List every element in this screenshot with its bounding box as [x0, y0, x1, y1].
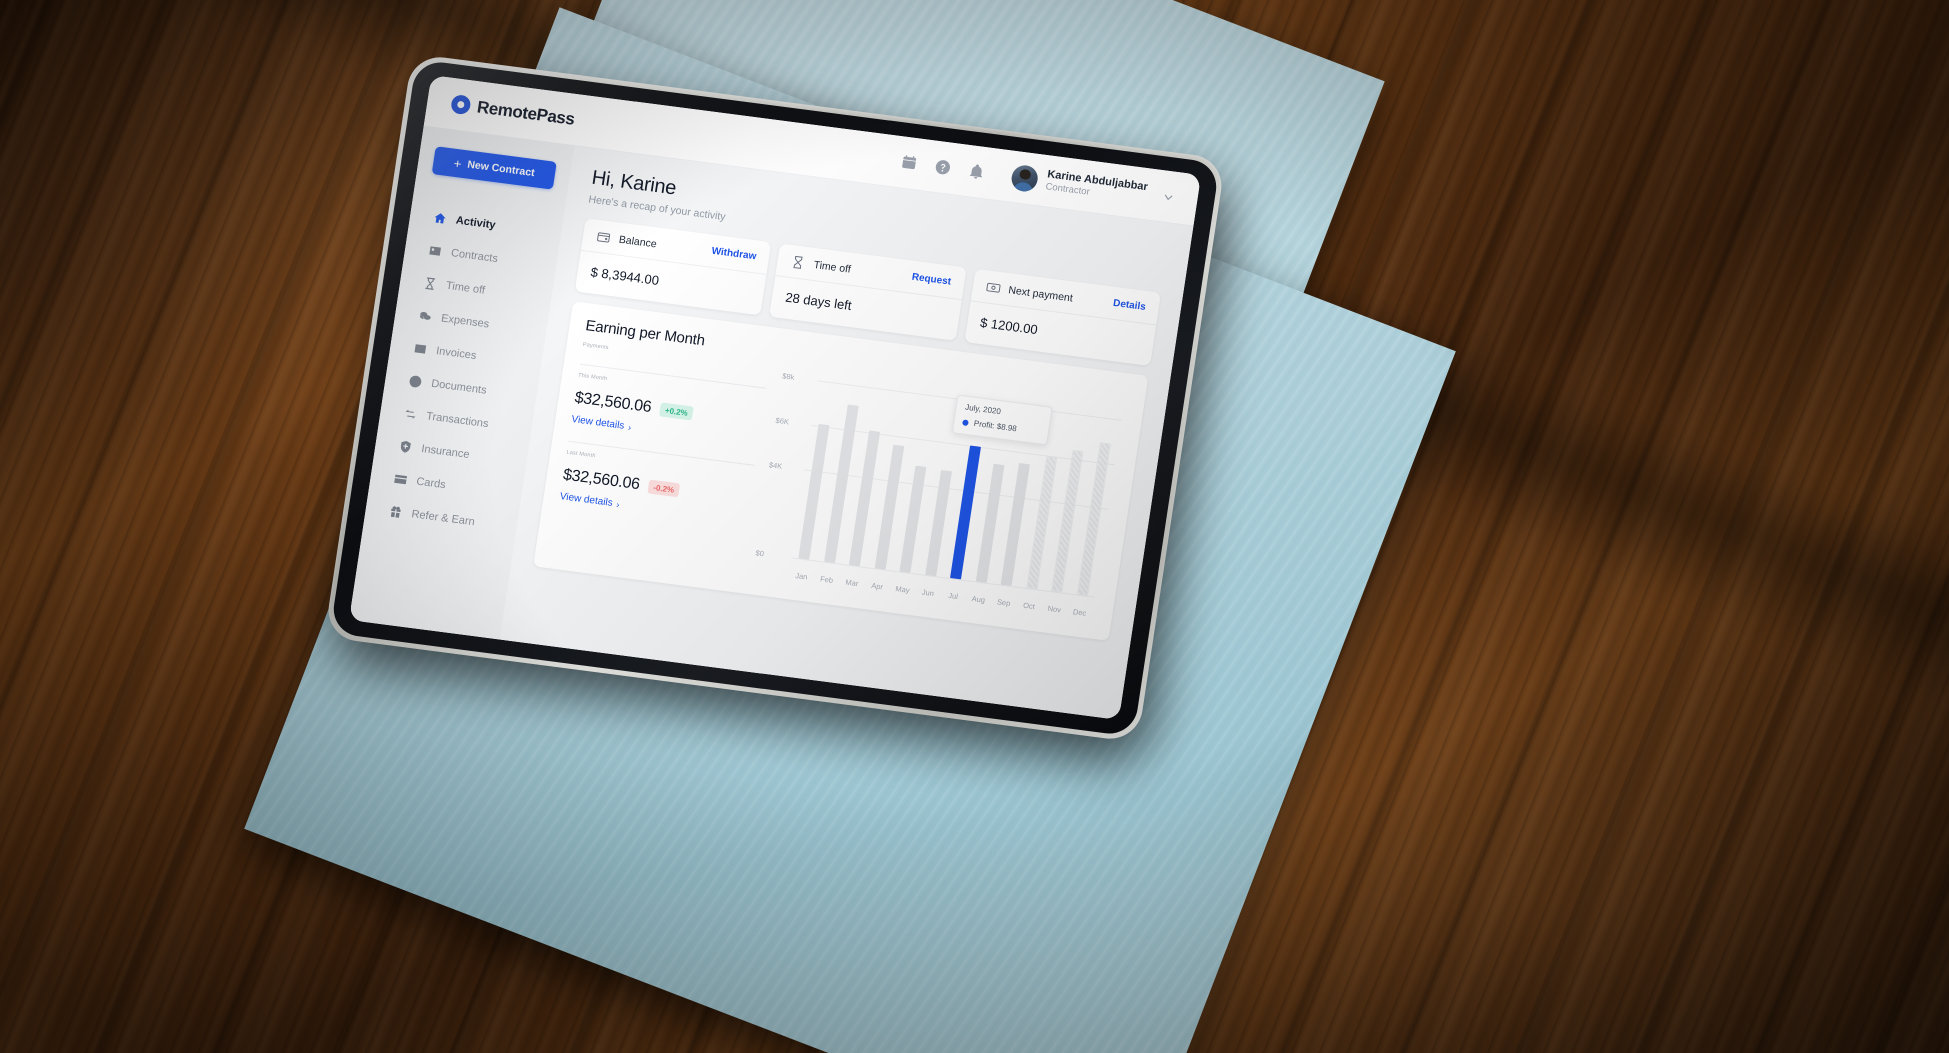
tooltip-series-label: Profit: $8.98: [973, 418, 1018, 434]
x-axis-label: Dec: [1072, 607, 1087, 618]
chevron-down-icon[interactable]: [1161, 189, 1177, 205]
location-pin-icon: [449, 94, 472, 116]
sidebar-item-label: Invoices: [435, 344, 478, 362]
chevron-right-icon: ›: [627, 421, 632, 433]
sidebar-item-label: Contracts: [450, 246, 499, 265]
y-axis-tick-label: $8k: [781, 371, 796, 382]
sidebar-item-label: Activity: [455, 214, 497, 232]
link-label: View details: [559, 491, 614, 509]
tooltip-series-row: Profit: $8.98: [962, 417, 1041, 436]
hourglass-icon: [422, 275, 438, 291]
y-axis-tick-label: $0: [754, 548, 765, 559]
y-axis-tick-label: $6K: [775, 415, 790, 427]
x-axis-label: Apr: [870, 580, 884, 592]
y-axis-tick-label: $4K: [768, 459, 783, 471]
details-link[interactable]: Details: [1112, 298, 1146, 313]
banknote-icon: [985, 279, 1002, 296]
app-body: + New Contract Activity Contracts Time o…: [349, 126, 1194, 720]
shield-plus-icon: [398, 438, 414, 454]
this-month-amount: $32,560.06: [573, 389, 653, 417]
time-off-card: Time off Request 28 days left: [769, 243, 967, 341]
this-month-delta-badge: +0.2%: [659, 402, 694, 421]
new-contract-button[interactable]: + New Contract: [431, 146, 557, 190]
x-axis-label: Jan: [794, 571, 809, 582]
contract-card-icon: [427, 243, 443, 259]
brand-logo[interactable]: RemotePass: [449, 94, 576, 130]
gift-icon: [388, 504, 404, 520]
brand-name: RemotePass: [475, 96, 576, 129]
request-link[interactable]: Request: [911, 272, 952, 288]
calendar-icon[interactable]: [899, 153, 918, 172]
hourglass-icon: [790, 254, 807, 271]
photo-scene: RemotePass Karine Abduljabbar Contractor…: [0, 0, 1949, 1053]
x-axis-label: Aug: [971, 594, 986, 605]
balance-card: Balance Withdraw $ 8,3944.00: [574, 218, 772, 316]
earnings-summary-panel: Payments This Month $32,560.06 +0.2% Vie…: [551, 342, 783, 579]
wallet-icon: [595, 229, 612, 246]
x-axis-label: Nov: [1047, 603, 1062, 615]
remotepass-dashboard-app: RemotePass Karine Abduljabbar Contractor…: [349, 75, 1202, 720]
tablet-device: RemotePass Karine Abduljabbar Contractor…: [324, 53, 1233, 766]
sidebar-item-label: Transactions: [425, 409, 490, 430]
sidebar-item-label: Time off: [445, 279, 486, 297]
plus-icon: +: [452, 155, 463, 172]
tablet-screen: RemotePass Karine Abduljabbar Contractor…: [349, 75, 1202, 720]
x-axis-label: Oct: [1022, 600, 1036, 612]
user-menu[interactable]: Karine Abduljabbar Contractor: [1009, 163, 1178, 210]
paperclip-icon: [408, 373, 424, 389]
link-label: View details: [570, 414, 626, 432]
earnings-bar-chart: $8k $6K $4K $0 Jan Feb Mar Apr May Jun Jul Aug Sep O…: [752, 368, 1127, 623]
sidebar-item-label: Expenses: [440, 311, 491, 331]
x-axis-label: Feb: [819, 574, 834, 585]
x-axis-label: Sep: [996, 597, 1012, 608]
new-contract-label: New Contract: [466, 158, 536, 180]
tablet-bezel: RemotePass Karine Abduljabbar Contractor…: [329, 59, 1221, 737]
last-month-delta-badge: -0.2%: [647, 479, 681, 498]
x-axis-label: Jun: [921, 587, 935, 598]
home-icon: [432, 210, 448, 226]
user-identity: Karine Abduljabbar Contractor: [1045, 168, 1149, 206]
card-label: Balance: [618, 233, 658, 250]
withdraw-link[interactable]: Withdraw: [711, 246, 757, 263]
avatar: [1009, 163, 1040, 193]
help-circle-icon[interactable]: [933, 158, 952, 177]
sidebar-item-label: Insurance: [420, 442, 471, 461]
next-payment-card: Next payment Details $ 1200.00: [964, 268, 1162, 367]
legend-dot-icon: [962, 418, 970, 426]
chevron-right-icon: ›: [615, 499, 621, 510]
sidebar-item-label: Documents: [430, 377, 488, 397]
transfer-icon: [403, 406, 419, 422]
tablet-frame: RemotePass Karine Abduljabbar Contractor…: [324, 53, 1226, 743]
coins-icon: [417, 308, 433, 324]
sidebar-item-label: Cards: [415, 475, 447, 491]
card-label: Next payment: [1007, 283, 1074, 304]
card-label: Time off: [812, 258, 852, 276]
sidebar-item-label: Refer & Earn: [410, 507, 476, 528]
x-axis-label: May: [894, 584, 911, 595]
bell-icon[interactable]: [967, 162, 986, 181]
main-content: Hi, Karine Here's a recap of your activi…: [499, 146, 1194, 720]
x-axis-label: Jul: [947, 590, 959, 602]
last-month-amount: $32,560.06: [561, 466, 641, 494]
invoice-icon: [412, 341, 428, 357]
credit-card-icon: [393, 471, 409, 487]
x-axis-label: Mar: [844, 577, 860, 589]
